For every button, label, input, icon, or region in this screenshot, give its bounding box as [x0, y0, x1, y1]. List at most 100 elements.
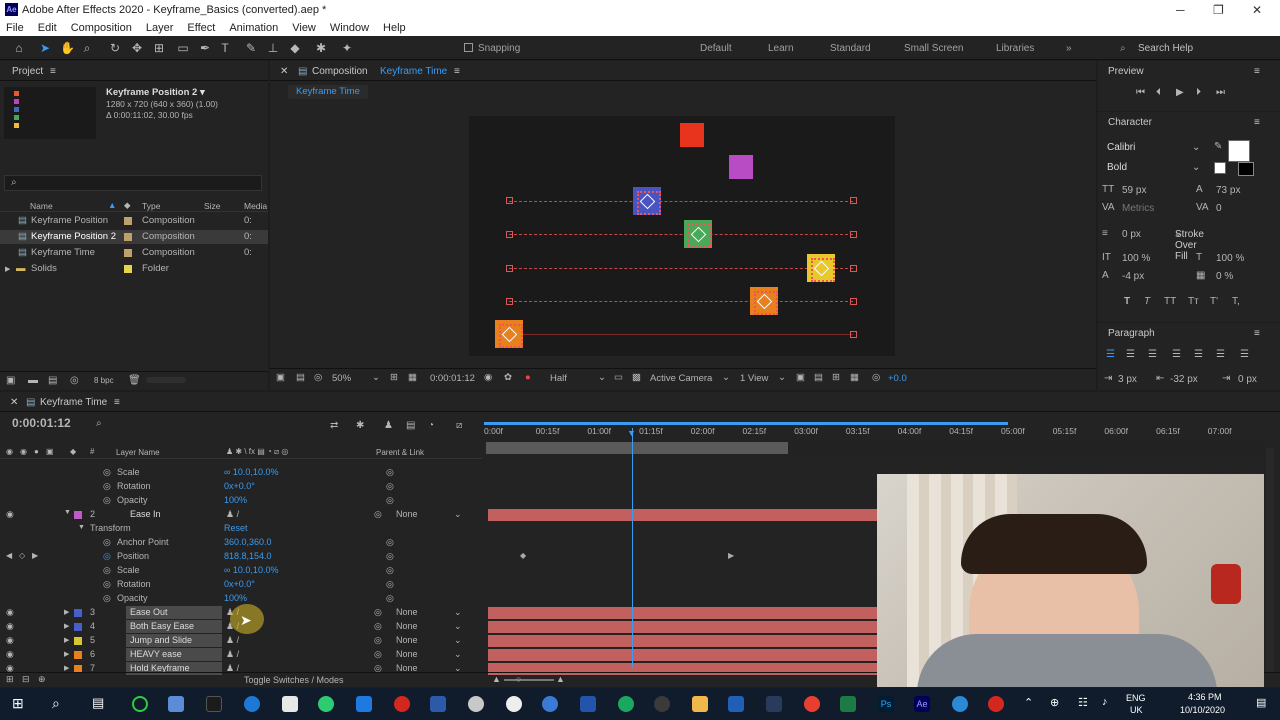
- search-help-input[interactable]: Search Help: [1138, 43, 1193, 54]
- orange-square-layer[interactable]: [750, 287, 778, 315]
- stopwatch-icon[interactable]: ◎: [103, 495, 111, 506]
- home-icon[interactable]: ⌂: [12, 41, 26, 55]
- project-item[interactable]: ▤ Keyframe Position Composition 0:: [0, 214, 268, 228]
- parent-dropdown[interactable]: None: [396, 635, 418, 645]
- exposure-value[interactable]: +0.0: [888, 373, 907, 384]
- close-button[interactable]: ✕: [1252, 3, 1262, 17]
- stopwatch-icon[interactable]: ◎: [103, 481, 111, 492]
- expand-arrow-icon[interactable]: ▶: [64, 622, 69, 630]
- after-effects-icon[interactable]: Ae: [914, 696, 930, 712]
- expression-icon[interactable]: ◎: [386, 537, 394, 548]
- chevron-down-icon[interactable]: ⌄: [1192, 142, 1200, 153]
- timeline-scrollbar[interactable]: [1266, 448, 1274, 672]
- search-icon[interactable]: ⌕: [96, 418, 102, 429]
- chevron-down-icon[interactable]: ⌄: [778, 372, 786, 383]
- recorder-app-icon[interactable]: [988, 696, 1004, 712]
- parent-link-col[interactable]: Parent & Link: [376, 448, 424, 457]
- refresh-app-icon[interactable]: [132, 696, 148, 712]
- pickwhip-icon[interactable]: ◎: [374, 607, 382, 618]
- snapping-checkbox[interactable]: [464, 43, 473, 52]
- collapse-arrow-icon[interactable]: ▼: [78, 524, 85, 531]
- calculator-icon[interactable]: [356, 696, 372, 712]
- blue-app-icon[interactable]: [580, 696, 596, 712]
- chevron-down-icon[interactable]: ⌄: [598, 372, 606, 383]
- pickwhip-icon[interactable]: ◎: [374, 509, 382, 520]
- expand-arrow-icon[interactable]: ▶: [64, 650, 69, 658]
- clone-stamp-tool-icon[interactable]: ⊥: [266, 41, 280, 55]
- menu-layer[interactable]: Layer: [146, 22, 174, 34]
- property-row[interactable]: ◎ Position 818.8,154.0 ◎ ◀ ◇ ▶: [0, 550, 482, 564]
- property-row[interactable]: ◎ Rotation 0x+0.0° ◎: [0, 578, 482, 592]
- dvd-app-icon[interactable]: [430, 696, 446, 712]
- layer-name[interactable]: HEAVY ease: [130, 649, 182, 659]
- label-color[interactable]: [74, 609, 82, 617]
- outlook-icon[interactable]: [728, 696, 744, 712]
- property-row[interactable]: ◎ Opacity 100% ◎: [0, 494, 482, 508]
- faux-italic-button[interactable]: T: [1144, 296, 1150, 307]
- col-media[interactable]: Media: [244, 201, 267, 211]
- project-tab[interactable]: Project: [12, 66, 43, 77]
- expression-icon[interactable]: ◎: [386, 565, 394, 576]
- chevron-down-icon[interactable]: ⌄: [454, 649, 462, 660]
- roto-brush-tool-icon[interactable]: ✱: [314, 41, 328, 55]
- shy-switch-icon[interactable]: ♟ /: [226, 649, 239, 660]
- horizontal-scale-value[interactable]: 100 %: [1216, 253, 1244, 264]
- parent-dropdown[interactable]: None: [396, 649, 418, 659]
- composition-tab-name[interactable]: Keyframe Time: [380, 66, 447, 77]
- store-icon[interactable]: [282, 696, 298, 712]
- superscript-button[interactable]: T': [1210, 296, 1218, 307]
- frame-blending-icon[interactable]: ▤: [406, 420, 415, 431]
- stopwatch-icon[interactable]: ◎: [103, 537, 111, 548]
- first-frame-icon[interactable]: ⏮: [1136, 87, 1145, 98]
- layer-row-ease-in[interactable]: ◉ ▼ 2 Ease In ♟ / ◎ None ⌄: [0, 508, 482, 522]
- property-row[interactable]: ◎ Scale ∞ 10.0,10.0% ◎: [0, 466, 482, 480]
- path-vertex[interactable]: [506, 197, 513, 204]
- font-size-value[interactable]: 59 px: [1122, 185, 1146, 196]
- selection-tool-icon[interactable]: ➤: [38, 41, 52, 55]
- layer-row[interactable]: ◉ ▶ 5 Jump and Slide ♟ / ◎ None ⌄: [0, 634, 482, 648]
- previous-frame-icon[interactable]: ⏴: [1156, 87, 1161, 98]
- layer-name[interactable]: Ease Out: [130, 607, 168, 617]
- font-family-dropdown[interactable]: Calibri: [1107, 142, 1135, 153]
- composition-menu-icon[interactable]: ≡: [454, 66, 460, 77]
- record-app-icon[interactable]: [394, 696, 410, 712]
- region-of-interest-icon[interactable]: ▭: [614, 372, 623, 383]
- layer-bar[interactable]: [488, 649, 878, 661]
- property-row[interactable]: ◎ Anchor Point 360.0,360.0 ◎: [0, 536, 482, 550]
- timeline-menu-icon[interactable]: ≡: [114, 397, 120, 408]
- expression-icon[interactable]: ◎: [386, 579, 394, 590]
- visibility-icon[interactable]: ◉: [6, 635, 14, 646]
- parent-dropdown[interactable]: None: [396, 607, 418, 617]
- path-vertex[interactable]: [850, 231, 857, 238]
- layer-name[interactable]: Jump and Slide: [130, 635, 192, 645]
- project-item[interactable]: ▶ ▬ Solids Folder: [0, 262, 268, 276]
- exposure-icon[interactable]: ◎: [872, 372, 880, 383]
- justify-all-icon[interactable]: ☰: [1240, 349, 1249, 360]
- brush-tool-icon[interactable]: ✎: [244, 41, 258, 55]
- toggle-pixel-icon[interactable]: ▣: [796, 372, 805, 383]
- expand-arrow-icon[interactable]: ▶: [5, 265, 10, 273]
- bpc-label[interactable]: 8 bpc: [94, 376, 114, 385]
- orange-square-layer-2[interactable]: [495, 320, 523, 348]
- indent-right-value[interactable]: -32 px: [1170, 374, 1198, 385]
- property-value[interactable]: 360.0,360.0: [224, 537, 272, 547]
- eraser-tool-icon[interactable]: ◆: [288, 41, 302, 55]
- col-type[interactable]: Type: [142, 201, 160, 211]
- visibility-icon[interactable]: ◉: [6, 607, 14, 618]
- search-icon[interactable]: ⌕: [52, 695, 60, 712]
- new-folder-icon[interactable]: ▬: [28, 375, 38, 386]
- resolution-dropdown[interactable]: Half: [550, 373, 567, 384]
- prev-keyframe-icon[interactable]: ◀: [6, 551, 12, 560]
- language-region[interactable]: UK: [1130, 705, 1143, 715]
- chevron-down-icon[interactable]: ⌄: [1192, 162, 1200, 173]
- chevron-down-icon[interactable]: ⌄: [454, 509, 462, 520]
- music-app-icon[interactable]: [506, 696, 522, 712]
- preview-tab[interactable]: Preview: [1108, 66, 1144, 77]
- draft-3d-icon[interactable]: ✱: [356, 420, 364, 431]
- close-tab-icon[interactable]: ✕: [280, 66, 288, 77]
- flowchart-icon[interactable]: ⊞: [832, 372, 840, 383]
- stopwatch-icon[interactable]: ◎: [103, 579, 111, 590]
- keyframe-ease-icon[interactable]: ▶: [728, 551, 734, 560]
- notifications-icon[interactable]: ▤: [1256, 696, 1266, 709]
- play-icon[interactable]: ▶: [1176, 87, 1184, 98]
